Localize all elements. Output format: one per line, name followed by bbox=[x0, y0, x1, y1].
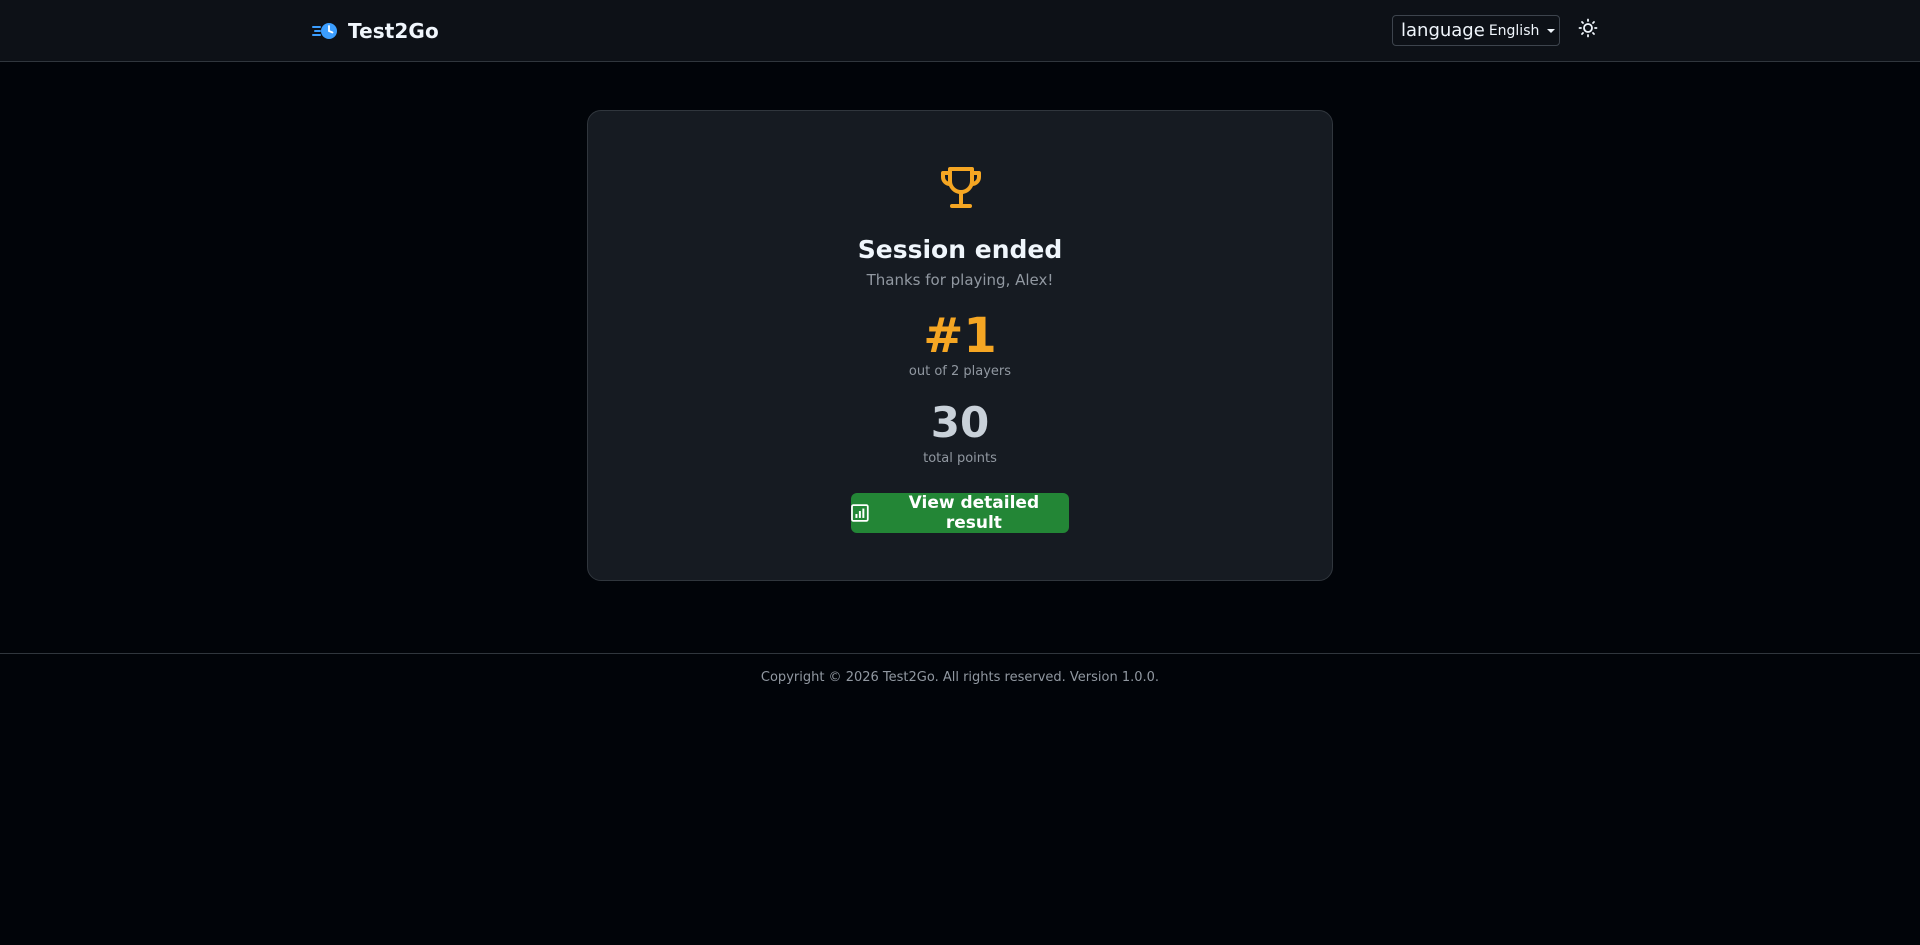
bar-chart-icon bbox=[851, 504, 869, 522]
view-detailed-result-button[interactable]: View detailed result bbox=[851, 493, 1069, 533]
fast-clock-icon bbox=[312, 23, 337, 39]
trophy-icon bbox=[941, 167, 981, 208]
sun-icon bbox=[1578, 18, 1598, 38]
language-value: English bbox=[1488, 22, 1540, 39]
theme-toggle-button[interactable] bbox=[1576, 16, 1600, 40]
rank-label: out of 2 players bbox=[908, 364, 1012, 379]
copyright-text: Copyright © 2026 Test2Go. All rights res… bbox=[760, 670, 1160, 685]
caret-down-icon bbox=[1547, 28, 1556, 33]
footer-divider bbox=[0, 653, 1920, 654]
points-value: 30 bbox=[930, 398, 990, 447]
brand-link[interactable]: Test2Go bbox=[312, 15, 439, 47]
thanks-message: Thanks for playing, Alex! bbox=[866, 271, 1054, 289]
top-navbar: Test2Go language English bbox=[0, 0, 1920, 62]
brand-name: Test2Go bbox=[348, 19, 439, 43]
session-title: Session ended bbox=[857, 235, 1063, 264]
language-icon: language bbox=[1401, 20, 1485, 41]
session-result-card: Session ended Thanks for playing, Alex! … bbox=[587, 110, 1333, 581]
view-detailed-result-label: View detailed result bbox=[908, 493, 1040, 533]
points-label: total points bbox=[923, 451, 997, 466]
language-select[interactable]: language English bbox=[1392, 15, 1560, 46]
rank-value: #1 bbox=[923, 308, 997, 364]
